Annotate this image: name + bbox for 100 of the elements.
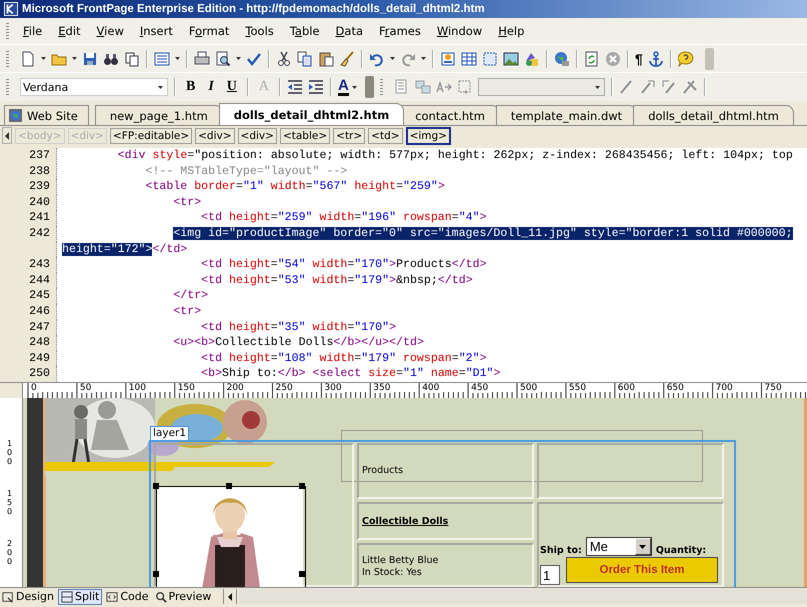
- order-button[interactable]: Order This Item: [566, 557, 718, 583]
- view-tab[interactable]: Design: [0, 588, 56, 604]
- image-icon[interactable]: [503, 50, 519, 66]
- document-tab[interactable]: dolls_detail_dhtml.htm: [633, 105, 794, 125]
- ship-to-label: Ship to:: [540, 545, 582, 556]
- resize-handle[interactable]: [299, 571, 305, 577]
- product-detail: In Stock: Yes: [362, 567, 423, 579]
- picture-box-icon[interactable]: [440, 50, 456, 66]
- tag-button[interactable]: <FP:editable>: [110, 128, 192, 144]
- menu-item[interactable]: Frames: [371, 24, 429, 38]
- toolbar-options-button[interactable]: [364, 76, 374, 98]
- spellcheck-icon[interactable]: [246, 50, 262, 66]
- copy-icon[interactable]: [297, 50, 313, 66]
- view-tab[interactable]: Code: [104, 588, 151, 604]
- tag-button[interactable]: <td>: [368, 128, 403, 144]
- scroll-left-button[interactable]: [2, 127, 12, 144]
- grip-handle[interactable]: [6, 50, 9, 66]
- document-tab[interactable]: dolls_detail_dhtml2.htm: [218, 103, 404, 125]
- pen-back-icon[interactable]: [660, 79, 677, 95]
- save-icon[interactable]: [82, 50, 98, 66]
- caret-icon[interactable]: [421, 57, 426, 60]
- ship-to-dropdown[interactable]: Me: [586, 537, 652, 556]
- table-icon[interactable]: [461, 50, 477, 66]
- layer-icon[interactable]: [482, 50, 498, 66]
- caret-icon[interactable]: [352, 86, 357, 88]
- shapes-icon[interactable]: [524, 50, 540, 66]
- pen-clear-icon[interactable]: [682, 79, 698, 95]
- caret-icon[interactable]: [41, 57, 46, 60]
- menu-item[interactable]: Tools: [237, 24, 282, 38]
- caret-icon[interactable]: [158, 86, 163, 88]
- menu-item[interactable]: Table: [282, 24, 328, 38]
- line-number: 245: [0, 288, 57, 304]
- underline-button[interactable]: U: [222, 79, 241, 95]
- font-dropdown[interactable]: Verdana: [20, 78, 168, 96]
- horizontal-scrollbar[interactable]: [239, 589, 807, 604]
- menu-item[interactable]: Window: [428, 24, 490, 38]
- scroll-left-button[interactable]: [223, 589, 238, 604]
- paste-icon[interactable]: [318, 50, 334, 66]
- line-number: 247: [0, 320, 57, 336]
- line-number: 244: [0, 272, 57, 288]
- tag-button[interactable]: <div>: [238, 128, 277, 144]
- caret-icon[interactable]: [594, 86, 600, 88]
- tag-button[interactable]: <table>: [280, 128, 330, 144]
- menu-item[interactable]: View: [88, 24, 132, 38]
- decrease-indent-icon[interactable]: [287, 79, 304, 95]
- line-number: 242: [0, 226, 57, 242]
- preview-icon[interactable]: [215, 50, 231, 66]
- frame-icon[interactable]: [456, 79, 473, 95]
- tag-button[interactable]: <img>: [406, 126, 451, 144]
- menu-item[interactable]: Edit: [50, 24, 89, 38]
- app-icon[interactable]: [4, 2, 18, 16]
- pilcrow-button[interactable]: ¶: [635, 50, 643, 66]
- code-line: <tr>: [172, 304, 202, 320]
- tag-button[interactable]: <div>: [195, 128, 235, 144]
- left-arrow-icon: [5, 132, 9, 140]
- refresh-icon[interactable]: [584, 50, 600, 66]
- category-heading: Collectible Dolls: [362, 516, 448, 526]
- product-link[interactable]: Products: [362, 465, 404, 477]
- menu-item[interactable]: File: [15, 24, 50, 38]
- resize-handle[interactable]: [153, 571, 159, 577]
- font-color-button[interactable]: A: [338, 78, 357, 96]
- resize-handle[interactable]: [299, 483, 305, 489]
- grip-handle[interactable]: [6, 79, 9, 95]
- help-icon[interactable]: [678, 50, 694, 66]
- ruler-label: 200: [7, 540, 14, 566]
- brush-icon[interactable]: [339, 50, 355, 66]
- menu-item[interactable]: Data: [328, 24, 371, 38]
- ruler-label: 250: [274, 383, 294, 393]
- italic-button[interactable]: I: [204, 79, 218, 95]
- document-tab[interactable]: Web Site: [4, 105, 89, 125]
- menu-item[interactable]: Insert: [132, 24, 181, 38]
- grip-handle[interactable]: [6, 23, 9, 39]
- view-tab[interactable]: Split: [58, 588, 102, 604]
- ruler-label: 150: [7, 490, 14, 516]
- menu-item[interactable]: Help: [490, 24, 532, 38]
- tag-button[interactable]: <tr>: [333, 128, 366, 144]
- resize-handle[interactable]: [226, 483, 232, 489]
- pages-icon[interactable]: [124, 50, 140, 66]
- caret-icon[interactable]: [72, 57, 77, 60]
- quantity-field[interactable]: 1: [540, 565, 560, 585]
- caret-icon[interactable]: [175, 57, 180, 60]
- scissors-icon[interactable]: [276, 50, 292, 66]
- caret-icon[interactable]: [236, 57, 241, 60]
- printer-icon[interactable]: [194, 50, 210, 66]
- new-page-icon[interactable]: [20, 50, 36, 66]
- bold-button[interactable]: B: [182, 79, 200, 95]
- list-view-icon[interactable]: [154, 50, 170, 66]
- resize-handle[interactable]: [153, 483, 159, 489]
- code-line: <table border="1" width="567" height="259">: [144, 179, 445, 195]
- text-size-icon[interactable]: [436, 79, 452, 95]
- caret-icon[interactable]: [390, 57, 395, 60]
- menu-item[interactable]: Format: [180, 24, 238, 38]
- anchor-icon[interactable]: [648, 50, 664, 66]
- pen-forward-icon[interactable]: [640, 79, 656, 95]
- globe-icon[interactable]: [554, 50, 570, 66]
- grip-handle[interactable]: [380, 79, 383, 95]
- view-tab[interactable]: Preview: [152, 588, 214, 604]
- layer-label[interactable]: layer1: [150, 426, 190, 441]
- increase-indent-icon[interactable]: [308, 79, 324, 95]
- ruler-label: 100: [128, 383, 147, 393]
